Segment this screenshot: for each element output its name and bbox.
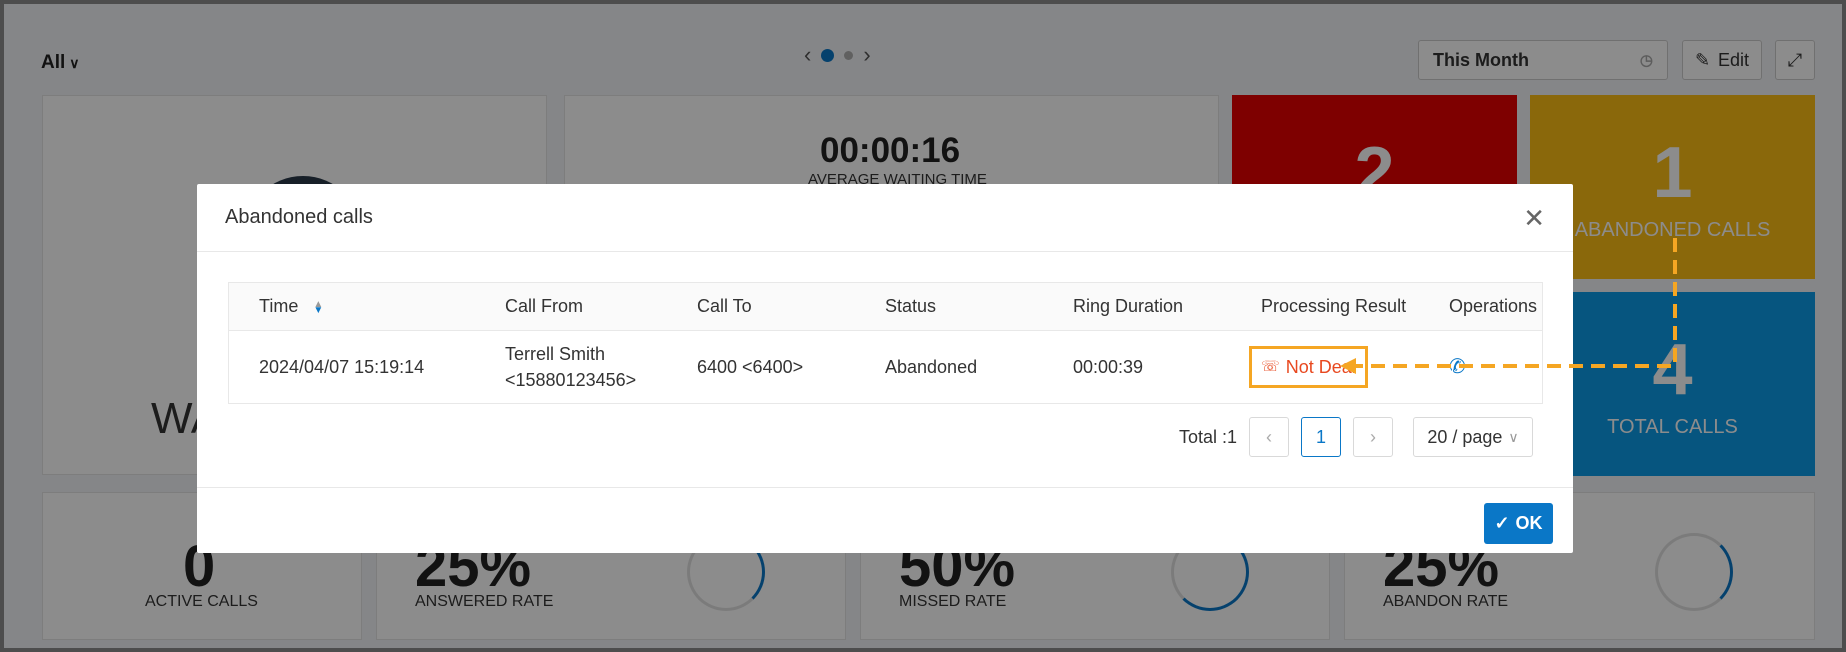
table-row: 2024/04/07 15:19:14 Terrell Smith <15880… — [229, 331, 1542, 403]
column-header-ring-duration: Ring Duration — [1073, 296, 1184, 317]
prev-page-button[interactable]: ‹ — [1249, 417, 1289, 457]
processing-result-badge[interactable]: ☏ Not Deal — [1249, 345, 1368, 389]
abandoned-calls-dialog: Abandoned calls ✕ Time ▲ ▼ Call From Call… — [197, 184, 1573, 553]
column-header-status: Status — [885, 296, 937, 317]
page-number-button[interactable]: 1 — [1301, 417, 1341, 457]
sort-icon[interactable]: ▲ ▼ — [313, 299, 323, 315]
cell-call-from: Terrell Smith <15880123456> — [479, 341, 667, 393]
call-missed-icon: ☏ — [1261, 358, 1280, 376]
ok-button[interactable]: ✓ OK — [1484, 503, 1553, 544]
cell-ring-duration: 00:00:39 — [1073, 356, 1144, 377]
check-icon: ✓ — [1494, 513, 1510, 533]
column-header-label: Time — [259, 296, 299, 317]
cell-status: Abandoned — [885, 356, 978, 377]
caller-name: Terrell Smith — [505, 343, 606, 364]
cell-operations: ✆ — [1419, 353, 1542, 382]
chevron-left-icon: ‹ — [1266, 426, 1272, 447]
abandoned-calls-table: Time ▲ ▼ Call From Call To Status Ring Du… — [228, 282, 1543, 404]
ok-button-label: OK — [1515, 513, 1543, 533]
next-page-button[interactable]: › — [1353, 417, 1393, 457]
cell-time: 2024/04/07 15:19:14 — [259, 356, 425, 377]
column-header-operations: Operations — [1449, 296, 1538, 317]
close-icon[interactable]: ✕ — [1523, 205, 1545, 231]
column-header-call-to: Call To — [697, 296, 752, 317]
chevron-down-icon: ∨ — [1508, 428, 1519, 445]
callback-phone-icon[interactable]: ✆ — [1449, 356, 1466, 378]
dialog-title: Abandoned calls — [225, 206, 373, 228]
cell-call-to: 6400 <6400> — [697, 356, 804, 377]
column-header-processing-result: Processing Result — [1261, 296, 1407, 317]
page-size-select[interactable]: 20 / page ∨ — [1413, 417, 1533, 457]
column-header-call-from: Call From — [505, 296, 584, 317]
caller-number: <15880123456> — [505, 370, 637, 390]
column-header-time[interactable]: Time ▲ ▼ — [229, 293, 479, 319]
table-header: Time ▲ ▼ Call From Call To Status Ring Du… — [229, 283, 1542, 331]
total-count: Total :1 — [1178, 426, 1237, 447]
page-size-value: 20 / page — [1427, 426, 1503, 447]
chevron-right-icon: › — [1370, 426, 1376, 447]
cell-processing-result: ☏ Not Deal — [1231, 345, 1419, 389]
dialog-footer: ✓ OK — [197, 487, 1573, 553]
dialog-header: Abandoned calls ✕ — [197, 184, 1573, 252]
pagination: Total :1 ‹ 1 › 20 / page ∨ — [1179, 417, 1533, 457]
processing-result-label: Not Deal — [1285, 356, 1356, 377]
